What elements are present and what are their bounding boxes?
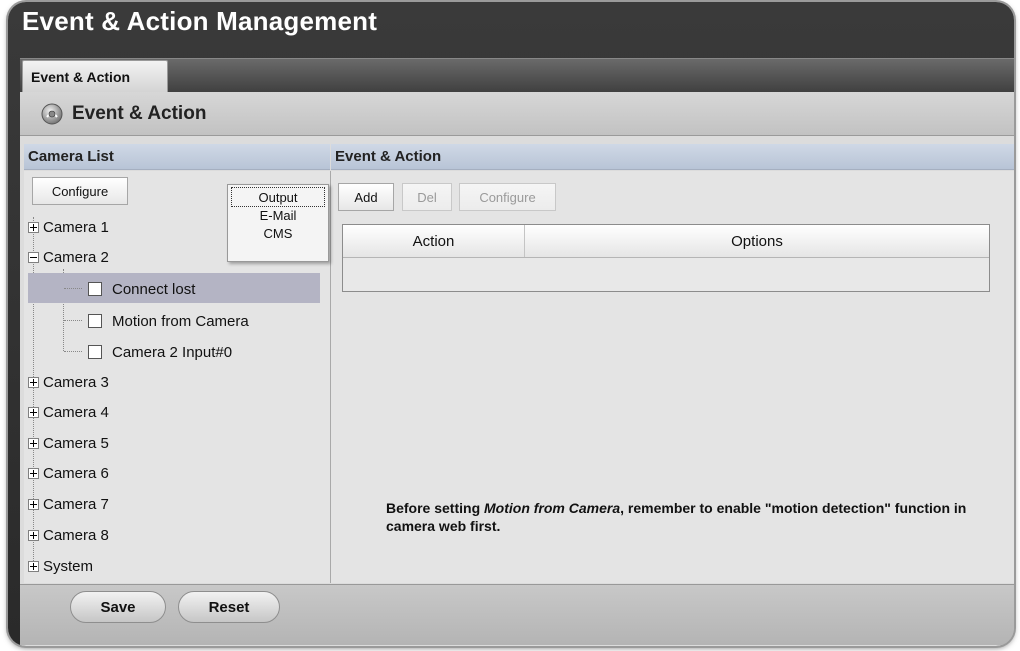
tree-item-camera-2-input[interactable]: Camera 2 Input#0 xyxy=(88,338,232,366)
window-title: Event & Action Management xyxy=(22,6,378,36)
note-emphasis: Motion from Camera xyxy=(484,500,621,516)
tree-item-camera-7[interactable]: Camera 7 xyxy=(28,490,109,518)
tree-item-label: Camera 3 xyxy=(43,373,109,391)
save-button[interactable]: Save xyxy=(70,591,166,623)
tree-item-camera-5[interactable]: Camera 5 xyxy=(28,429,109,457)
reset-button[interactable]: Reset xyxy=(178,591,280,623)
event-action-header: Event & Action xyxy=(331,144,1014,170)
action-type-dropdown: Output E-Mail CMS xyxy=(227,184,329,262)
tree-connector xyxy=(64,351,82,352)
tree-item-camera-2[interactable]: Camera 2 xyxy=(28,243,109,271)
tab-bar xyxy=(20,58,1014,93)
tree-item-label: System xyxy=(43,557,94,575)
tree-item-label: Camera 2 xyxy=(43,248,109,266)
table-header: Action Options xyxy=(343,225,989,258)
tree-item-camera-6[interactable]: Camera 6 xyxy=(28,459,109,487)
tree-item-label: Motion from Camera xyxy=(112,312,249,330)
tree-item-camera-1[interactable]: Camera 1 xyxy=(28,213,109,241)
section-header: Event & Action xyxy=(20,92,1014,136)
tree-item-system[interactable]: System xyxy=(28,552,93,580)
tree-item-label: Connect lost xyxy=(112,280,196,298)
action-table: Action Options xyxy=(342,224,990,292)
tree-item-label: Camera 4 xyxy=(43,403,109,421)
section-title: Event & Action xyxy=(72,102,207,124)
expand-icon[interactable] xyxy=(28,406,39,418)
tree-item-label: Camera 6 xyxy=(43,464,109,482)
motion-detection-note: Before setting Motion from Camera, remem… xyxy=(386,499,1006,535)
del-button[interactable]: Del xyxy=(402,183,452,211)
tree-item-label: Camera 8 xyxy=(43,526,109,544)
column-header-action[interactable]: Action xyxy=(343,225,525,257)
expand-icon[interactable] xyxy=(28,560,39,572)
checkbox[interactable] xyxy=(88,345,102,359)
expand-icon[interactable] xyxy=(28,529,39,541)
tab-event-action[interactable]: Event & Action xyxy=(22,60,168,92)
camera-configure-button[interactable]: Configure xyxy=(32,177,128,205)
collapse-icon[interactable] xyxy=(28,251,39,263)
dropdown-item-output[interactable]: Output xyxy=(231,187,325,207)
expand-icon[interactable] xyxy=(28,437,39,449)
tree-item-camera-8[interactable]: Camera 8 xyxy=(28,521,109,549)
tree-connector xyxy=(64,288,82,289)
event-configure-button[interactable]: Configure xyxy=(459,183,556,211)
note-text: Before setting xyxy=(386,500,485,516)
tree-item-motion-from-camera[interactable]: Motion from Camera xyxy=(88,307,249,335)
dropdown-item-email[interactable]: E-Mail xyxy=(228,207,328,223)
footer-bar xyxy=(20,584,1014,645)
expand-icon[interactable] xyxy=(28,498,39,510)
column-header-options[interactable]: Options xyxy=(525,225,989,257)
tree-connector xyxy=(64,320,82,321)
checkbox[interactable] xyxy=(88,282,102,296)
add-button[interactable]: Add xyxy=(338,183,394,211)
checkbox[interactable] xyxy=(88,314,102,328)
tree-item-label: Camera 2 Input#0 xyxy=(112,343,233,361)
tree-item-camera-4[interactable]: Camera 4 xyxy=(28,398,109,426)
tree-item-label: Camera 5 xyxy=(43,434,109,452)
expand-icon[interactable] xyxy=(28,221,39,233)
tree-item-camera-3[interactable]: Camera 3 xyxy=(28,368,109,396)
main-content: Event & Action Camera List Event & Actio… xyxy=(20,92,1014,646)
expand-icon[interactable] xyxy=(28,467,39,479)
app-window: Event & Action Management Event & Action… xyxy=(8,2,1014,646)
dropdown-item-cms[interactable]: CMS xyxy=(228,223,328,243)
gear-icon xyxy=(41,103,63,124)
camera-list-header: Camera List xyxy=(24,144,330,170)
expand-icon[interactable] xyxy=(28,376,39,388)
tree-item-connect-lost[interactable]: Connect lost xyxy=(88,275,195,303)
tree-item-label: Camera 7 xyxy=(43,495,109,513)
tree-item-label: Camera 1 xyxy=(43,218,109,236)
